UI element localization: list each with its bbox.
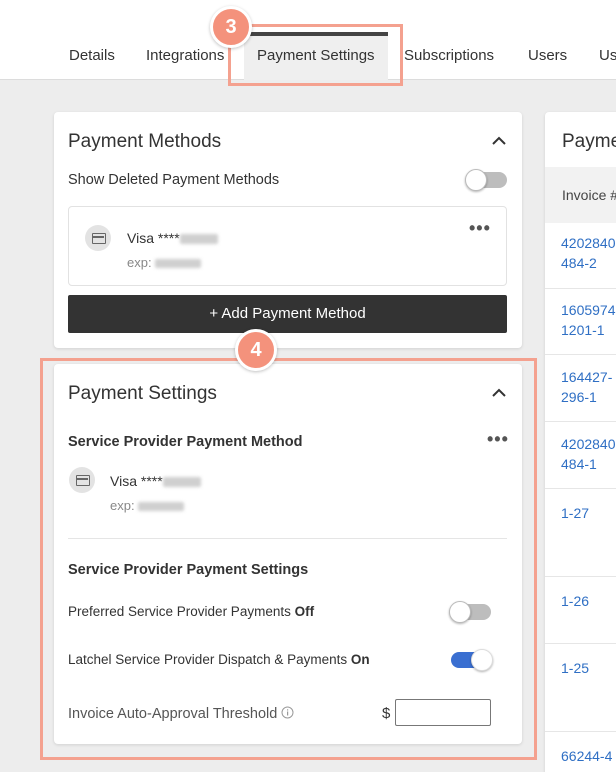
step-badge-3: 3 <box>210 6 252 48</box>
chevron-up-icon[interactable] <box>491 136 507 146</box>
dispatch-payments-state: On <box>350 652 370 667</box>
info-icon[interactable] <box>281 706 294 719</box>
table-header: Invoice # <box>545 167 616 223</box>
invoice-link-cont[interactable]: 296-1 <box>561 389 597 405</box>
invoice-link[interactable]: 164427- <box>561 369 612 385</box>
invoice-link-cont[interactable]: 1201-1 <box>561 322 605 338</box>
credit-card-icon <box>85 225 111 251</box>
masked-card-digits <box>162 477 201 488</box>
table-row: 4202840 484-1 <box>545 422 616 489</box>
payment-settings-card: Payment Settings Service Provider Paymen… <box>54 364 522 744</box>
invoice-link-cont[interactable]: 484-2 <box>561 255 597 271</box>
invoice-link[interactable]: 1-26 <box>561 593 589 609</box>
tab-users[interactable]: Users <box>528 47 567 64</box>
card-exp-label: exp: <box>127 255 152 270</box>
tab-integrations[interactable]: Integrations <box>146 47 224 64</box>
show-deleted-toggle[interactable] <box>465 169 507 191</box>
tab-bar: Details Integrations Payment Settings Su… <box>0 0 616 80</box>
tab-details[interactable]: Details <box>69 47 115 64</box>
tab-users-2[interactable]: Us <box>599 47 616 64</box>
preferred-payments-label: Preferred Service Provider Payments Off <box>68 604 315 619</box>
threshold-input[interactable] <box>395 699 491 726</box>
masked-card-exp <box>155 259 202 269</box>
payment-settings-title: Payment Settings <box>68 383 217 404</box>
invoice-link[interactable]: 4202840 <box>561 235 616 251</box>
show-deleted-label: Show Deleted Payment Methods <box>68 172 280 188</box>
card-exp-label: exp: <box>110 498 135 513</box>
masked-card-exp <box>138 502 185 512</box>
card-brand: Visa **** <box>127 230 180 246</box>
table-row: 1605974 1201-1 <box>545 289 616 355</box>
threshold-label: Invoice Auto-Approval Threshold <box>68 706 294 722</box>
table-row: 1-25 <box>545 644 616 732</box>
table-row: 1-26 <box>545 577 616 644</box>
table-row: 66244-4 <box>545 732 616 772</box>
preferred-payments-state: Off <box>294 604 315 619</box>
masked-card-digits <box>179 234 218 245</box>
chevron-up-icon[interactable] <box>491 388 507 398</box>
payments-table-title: Payme <box>562 131 616 152</box>
invoice-link-cont[interactable]: 484-1 <box>561 456 597 472</box>
payment-methods-card: Payment Methods Show Deleted Payment Met… <box>54 112 522 348</box>
invoice-link[interactable]: 1-27 <box>561 505 589 521</box>
more-options-icon[interactable]: ••• <box>469 219 491 237</box>
sp-settings-heading: Service Provider Payment Settings <box>68 562 309 578</box>
credit-card-icon <box>69 467 95 493</box>
payment-methods-title: Payment Methods <box>68 131 222 152</box>
step-badge-4: 4 <box>235 329 277 371</box>
invoice-link[interactable]: 4202840 <box>561 436 616 452</box>
tab-payment-settings[interactable]: Payment Settings <box>244 32 388 80</box>
dispatch-payments-toggle[interactable] <box>451 649 493 671</box>
payments-table-card: Payme Invoice # 4202840 484-2 1605974 12… <box>545 112 616 772</box>
invoice-link[interactable]: 66244-4 <box>561 748 612 764</box>
invoice-link[interactable]: 1605974 <box>561 302 616 318</box>
column-header-invoice: Invoice # <box>562 187 616 203</box>
invoice-link[interactable]: 1-25 <box>561 660 589 676</box>
dispatch-payments-label: Latchel Service Provider Dispatch & Paym… <box>68 652 370 667</box>
payment-method-item: Visa **** exp: ••• <box>68 206 507 286</box>
currency-symbol: $ <box>382 705 391 722</box>
tab-subscriptions[interactable]: Subscriptions <box>404 47 494 64</box>
add-payment-method-button[interactable]: + Add Payment Method <box>68 295 507 333</box>
preferred-payments-toggle[interactable] <box>449 601 491 623</box>
sp-method-heading: Service Provider Payment Method <box>68 434 303 450</box>
table-row: 4202840 484-2 <box>545 223 616 289</box>
card-brand: Visa **** <box>110 473 163 489</box>
more-options-icon[interactable]: ••• <box>487 430 509 448</box>
table-row: 1-27 <box>545 489 616 577</box>
table-row: 164427- 296-1 <box>545 355 616 422</box>
divider <box>68 538 507 539</box>
